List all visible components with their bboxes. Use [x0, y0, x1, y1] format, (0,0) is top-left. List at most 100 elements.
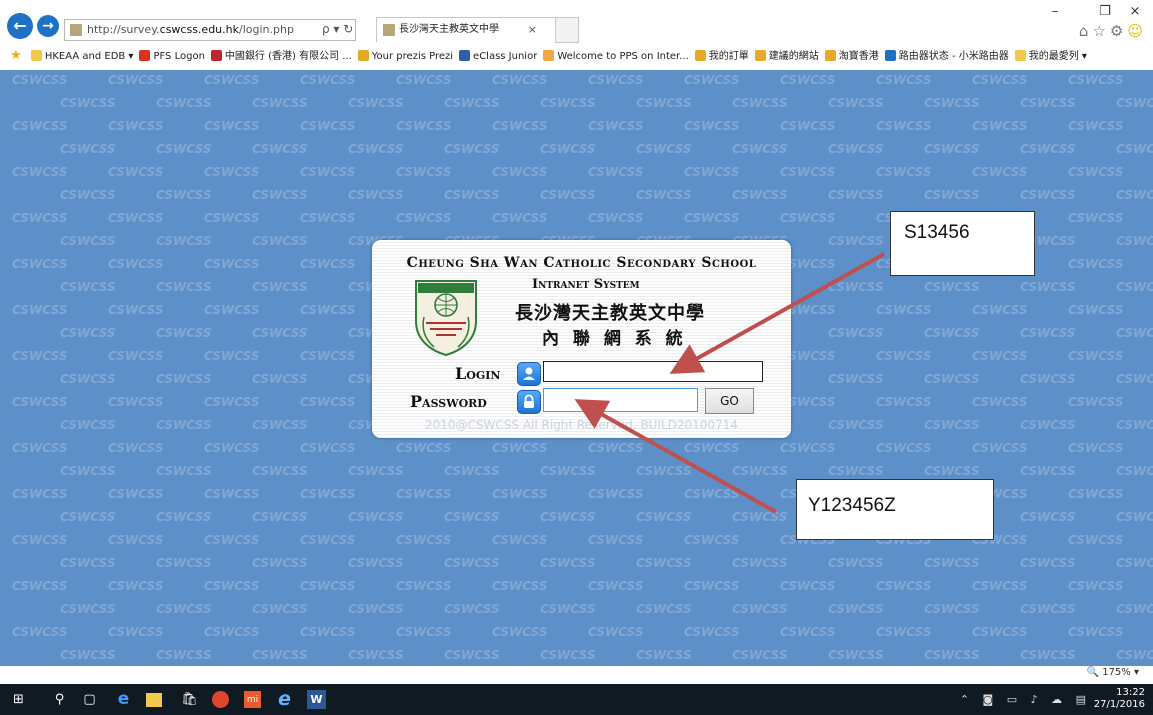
watermark-text: CSWCSS: [492, 211, 548, 225]
window-minimize-button[interactable]: –: [1044, 2, 1066, 22]
watermark-text: CSWCSS: [492, 441, 548, 455]
favorite-item[interactable]: Welcome to PPS on Inter...: [543, 46, 689, 68]
tab-active[interactable]: 長沙灣天主教英文中學 ×: [376, 17, 556, 42]
go-button[interactable]: GO: [705, 388, 754, 414]
chrome-icon[interactable]: [212, 691, 229, 708]
new-tab-button[interactable]: [555, 17, 579, 43]
bank-icon: [210, 50, 222, 61]
word-icon[interactable]: W: [307, 690, 326, 709]
favorite-item[interactable]: PFS Logon: [139, 46, 205, 68]
watermark-text: CSWCSS: [780, 165, 836, 179]
favorite-item[interactable]: HKEAA and EDB ▾: [30, 46, 133, 68]
windows-taskbar: ⊞ ⚲ ▢ e 🛍 mi e W ⌃ ◙ ▭ ♪ ☁ ▤ 13:22 27/1/…: [0, 684, 1153, 715]
favorite-item[interactable]: 我的訂單: [694, 46, 749, 68]
watermark-text: CSWCSS: [1020, 464, 1076, 478]
watermark-text: CSWCSS: [876, 579, 932, 593]
watermark-text: CSWCSS: [1116, 556, 1153, 570]
forward-button[interactable]: →: [37, 15, 59, 37]
favorite-item[interactable]: Your prezis Prezi: [357, 46, 453, 68]
favorite-item[interactable]: 中國銀行 (香港) 有限公司 ...: [210, 46, 352, 68]
watermark-text: CSWCSS: [924, 280, 980, 294]
watermark-text: CSWCSS: [300, 211, 356, 225]
search-icon[interactable]: ⚲: [50, 690, 69, 709]
home-icon[interactable]: ⌂: [1079, 22, 1093, 40]
favorite-item[interactable]: 路由器状态 - 小米路由器: [884, 46, 1009, 68]
watermark-text: CSWCSS: [60, 510, 116, 524]
task-view-icon[interactable]: ▢: [80, 690, 99, 709]
watermark-text: CSWCSS: [588, 487, 644, 501]
watermark-text: CSWCSS: [60, 372, 116, 386]
address-tools[interactable]: ρ ▾ ↻: [322, 19, 353, 39]
edge-icon[interactable]: e: [114, 690, 133, 709]
favorite-label: 中國銀行 (香港) 有限公司 ...: [224, 51, 352, 62]
url-host: cswcss.edu.hk: [159, 23, 239, 36]
browser-chrome: – ❐ × ← → http://survey.cswcss.edu.hk/lo…: [0, 0, 1153, 70]
clock-date: 27/1/2016: [1093, 699, 1145, 710]
watermark-text: CSWCSS: [1116, 464, 1153, 478]
watermark-text: CSWCSS: [876, 349, 932, 363]
watermark-text: CSWCSS: [780, 211, 836, 225]
favorites-star-icon[interactable]: ☆: [1092, 22, 1109, 40]
watermark-text: CSWCSS: [636, 510, 692, 524]
login-input[interactable]: [543, 361, 763, 382]
favorite-label: 建議的網站: [768, 51, 819, 62]
watermark-text: CSWCSS: [252, 418, 308, 432]
watermark-text: CSWCSS: [204, 165, 260, 179]
watermark-text: CSWCSS: [156, 188, 212, 202]
window-close-button[interactable]: ×: [1124, 2, 1146, 22]
watermark-text: CSWCSS: [492, 73, 548, 87]
system-tray[interactable]: ⌃ ◙ ▭ ♪ ☁ ▤: [960, 693, 1091, 706]
watermark-text: CSWCSS: [108, 73, 164, 87]
watermark-text: CSWCSS: [348, 556, 404, 570]
watermark-text: CSWCSS: [1116, 234, 1153, 248]
watermark-text: CSWCSS: [444, 188, 500, 202]
favorite-item[interactable]: eClass Junior: [459, 46, 537, 68]
zoom-level[interactable]: 🔍 175% ▾: [1087, 667, 1139, 678]
settings-gear-icon[interactable]: ⚙: [1110, 22, 1127, 40]
page-content: CSWCSS CSWCSS CSWCSS CSWCSS CSWCSS CSWCSS CSWC…: [0, 70, 1153, 666]
watermark-text: CSWCSS: [1068, 625, 1124, 639]
watermark-text: CSWCSS: [492, 533, 548, 547]
watermark-text: CSWCSS: [204, 533, 260, 547]
address-bar[interactable]: http://survey.cswcss.edu.hk/login.php: [64, 19, 356, 41]
watermark-text: CSWCSS: [588, 73, 644, 87]
watermark-text: CSWCSS: [588, 579, 644, 593]
watermark-text: CSWCSS: [396, 165, 452, 179]
watermark-text: CSWCSS: [732, 556, 788, 570]
back-button[interactable]: ←: [7, 13, 33, 39]
watermark-text: CSWCSS: [348, 510, 404, 524]
watermark-text: CSWCSS: [828, 96, 884, 110]
start-windows-icon[interactable]: ⊞: [9, 690, 28, 709]
favorites-add-star-icon[interactable]: ★: [10, 48, 22, 63]
ie-page-icon: [754, 50, 766, 61]
system-name-en: Intranet System: [532, 277, 640, 292]
watermark-text: CSWCSS: [12, 487, 68, 501]
feedback-smiley-icon[interactable]: ☺: [1127, 22, 1147, 40]
back-arrow-icon: ←: [13, 16, 27, 35]
watermark-text: CSWCSS: [156, 510, 212, 524]
password-input[interactable]: [543, 388, 698, 412]
watermark-text: CSWCSS: [300, 579, 356, 593]
favorite-item[interactable]: 淘寶香港: [824, 46, 879, 68]
watermark-text: CSWCSS: [252, 556, 308, 570]
login-label: Login: [455, 364, 501, 383]
folder-icon: [1014, 50, 1026, 61]
clock[interactable]: 13:22 27/1/2016: [1094, 687, 1145, 711]
window-restore-button[interactable]: ❐: [1094, 2, 1116, 22]
favorite-item[interactable]: 我的最愛列 ▾: [1014, 46, 1087, 68]
watermark-text: CSWCSS: [732, 602, 788, 616]
watermark-text: CSWCSS: [396, 211, 452, 225]
watermark-text: CSWCSS: [60, 556, 116, 570]
watermark-text: CSWCSS: [12, 349, 68, 363]
tab-close-icon[interactable]: ×: [528, 18, 537, 42]
favorite-item[interactable]: 建議的網站: [754, 46, 819, 68]
watermark-text: CSWCSS: [444, 96, 500, 110]
watermark-text: CSWCSS: [876, 165, 932, 179]
mi-app-icon[interactable]: mi: [244, 691, 261, 708]
internet-explorer-icon[interactable]: e: [275, 690, 294, 709]
watermark-text: CSWCSS: [300, 165, 356, 179]
watermark-text: CSWCSS: [684, 487, 740, 501]
store-icon[interactable]: 🛍: [180, 690, 199, 709]
file-explorer-icon[interactable]: [146, 693, 162, 707]
watermark-text: CSWCSS: [1116, 142, 1153, 156]
